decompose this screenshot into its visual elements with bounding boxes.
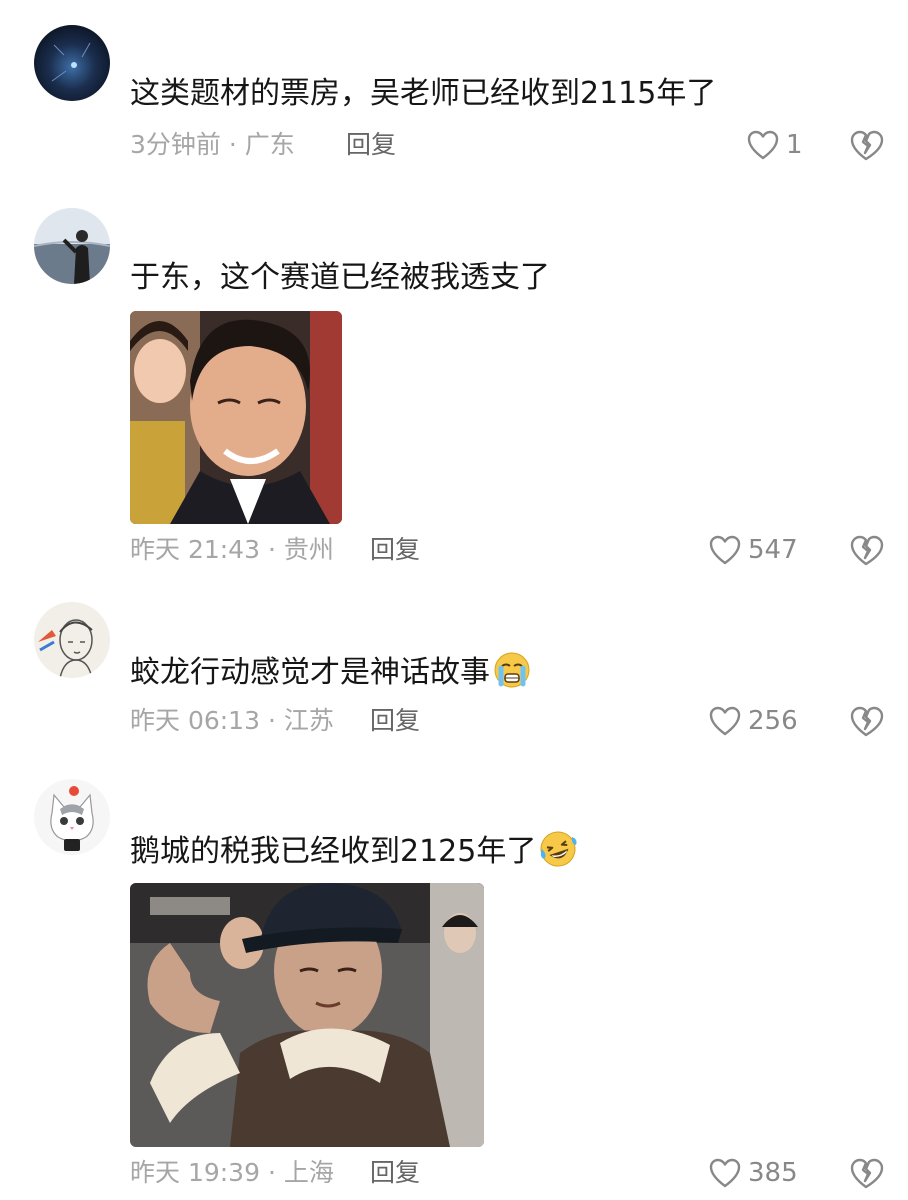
comment-time: 昨天 19:39	[130, 1158, 260, 1187]
avatar[interactable]	[34, 602, 110, 678]
meta-separator: ·	[260, 706, 284, 735]
avatar[interactable]	[34, 25, 110, 101]
comment-meta: 昨天 06:13 · 江苏	[130, 703, 334, 739]
comment-location: 广东	[244, 130, 295, 159]
comment-image[interactable]	[130, 883, 484, 1147]
comment-meta: 昨天 19:39 · 上海	[130, 1155, 334, 1191]
broken-heart-icon[interactable]	[848, 1155, 884, 1191]
comment-text: 鹅城的税我已经收到2125年了	[130, 829, 868, 872]
username[interactable]: 一一	[130, 781, 174, 791]
comment-time: 昨天 21:43	[130, 535, 260, 564]
heart-icon	[709, 1158, 741, 1188]
comment-text: 于东，这个赛道已经被我透支了	[130, 260, 550, 295]
username[interactable]: 一一一一一一	[130, 225, 262, 235]
reply-button[interactable]: 回复	[346, 127, 396, 163]
broken-heart-icon[interactable]	[848, 703, 884, 739]
comment-item: 一一一 这类题材的票房，吴老师已经收到2115年了 3分钟前 · 广东 回复 1	[0, 0, 908, 185]
reply-button[interactable]: 回复	[370, 1155, 420, 1191]
like-count: 385	[748, 1158, 798, 1188]
broken-heart-icon[interactable]	[848, 532, 884, 568]
avatar[interactable]	[34, 208, 110, 284]
comment-time: 昨天 06:13	[130, 706, 260, 735]
comment-location: 贵州	[283, 535, 334, 564]
like-button[interactable]: 385	[708, 1153, 798, 1193]
username[interactable]: 一一一	[130, 604, 196, 614]
meta-separator: ·	[260, 535, 284, 564]
like-button[interactable]: 547	[708, 530, 798, 570]
broken-heart-icon[interactable]	[848, 127, 884, 163]
comment-location: 上海	[283, 1158, 334, 1187]
reply-button[interactable]: 回复	[370, 703, 420, 739]
comment-item: 一一一 蛟龙行动感觉才是神话故事 昨天 06:13 · 江苏 回复 256	[0, 585, 908, 765]
comment-text: 这类题材的票房，吴老师已经收到2115年了	[130, 76, 717, 111]
comment-item: 一一一一一一 于东，这个赛道已经被我透支了 昨天 21:43 · 贵州 回复 5…	[0, 185, 908, 585]
crying-emoji	[494, 652, 530, 688]
comment-text: 蛟龙行动感觉才是神话故事	[130, 650, 868, 693]
avatar[interactable]	[34, 779, 110, 855]
heart-icon	[709, 706, 741, 736]
meta-separator: ·	[220, 130, 245, 159]
comment-meta: 3分钟前 · 广东	[130, 127, 295, 163]
like-button[interactable]: 1	[746, 125, 803, 165]
like-button[interactable]: 256	[708, 701, 798, 741]
comment-location: 江苏	[283, 706, 334, 735]
reply-button[interactable]: 回复	[370, 532, 420, 568]
like-count: 547	[748, 535, 798, 565]
comment-image[interactable]	[130, 311, 342, 524]
heart-icon	[709, 535, 741, 565]
like-count: 1	[786, 130, 803, 160]
laughing-tears-emoji	[540, 831, 577, 867]
like-count: 256	[748, 706, 798, 736]
comment-item: 一一 鹅城的税我已经收到2125年了 昨天 19:39 · 上海 回复 38	[0, 765, 908, 1200]
comment-meta: 昨天 21:43 · 贵州	[130, 532, 334, 568]
heart-icon	[747, 130, 779, 160]
username[interactable]: 一一一	[130, 28, 196, 38]
meta-separator: ·	[260, 1158, 284, 1187]
comment-time: 3分钟前	[130, 130, 221, 159]
